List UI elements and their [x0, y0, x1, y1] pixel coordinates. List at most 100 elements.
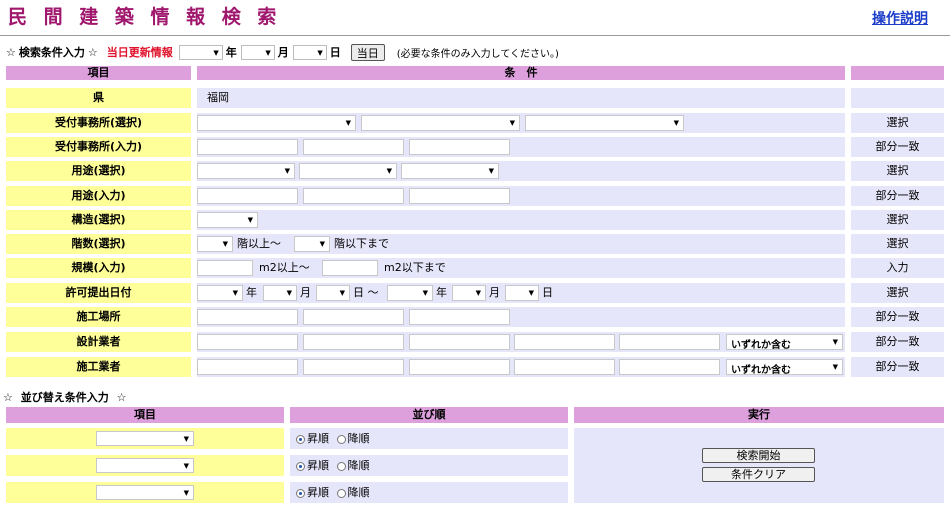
- desc-radio[interactable]: [336, 461, 346, 471]
- use-select-3[interactable]: ▼: [401, 163, 499, 179]
- row-option: 部分一致: [851, 307, 944, 327]
- exec-panel: 検索開始 条件クリア: [574, 428, 944, 503]
- floors-from-select[interactable]: ▼: [197, 236, 233, 252]
- builder-match-select[interactable]: いずれか含む ▼: [726, 359, 843, 376]
- row-value: [197, 307, 845, 327]
- site-input-3[interactable]: [409, 309, 510, 325]
- sort-item-select-2[interactable]: ▼: [96, 458, 194, 473]
- floors-from-label: 階以上～: [237, 237, 281, 250]
- designer-input-4[interactable]: [514, 334, 615, 350]
- row-value: ▼: [197, 210, 845, 230]
- updated-info-label: 当日更新情報: [106, 46, 173, 59]
- office-select-3[interactable]: ▼: [525, 115, 684, 131]
- row-pref: 県 福岡: [6, 88, 944, 108]
- row-option: 部分一致: [851, 137, 944, 157]
- floors-to-select[interactable]: ▼: [294, 236, 330, 252]
- search-button[interactable]: 検索開始: [702, 448, 815, 463]
- today-button[interactable]: 当日: [350, 43, 385, 61]
- builder-input-3[interactable]: [409, 359, 510, 375]
- use-select-2[interactable]: ▼: [299, 163, 397, 179]
- year-label: 年: [246, 286, 257, 299]
- star-icon: ☆: [87, 45, 98, 59]
- designer-input-5[interactable]: [619, 334, 720, 350]
- row-use-select: 用途(選択) ▼ ▼ ▼ 選択: [6, 161, 944, 181]
- updated-year-select[interactable]: ▼: [178, 44, 223, 60]
- row-builder: 施工業者 いずれか含む ▼ 部分一致: [6, 357, 944, 377]
- chevron-down-icon: ▼: [509, 119, 515, 127]
- clear-button[interactable]: 条件クリア: [702, 467, 815, 482]
- row-struct-select: 構造(選択) ▼ 選択: [6, 210, 944, 230]
- office-select-2[interactable]: ▼: [361, 115, 520, 131]
- row-label: 階数(選択): [6, 234, 191, 254]
- sort-order-cell: 昇順 降順: [290, 428, 568, 449]
- chevron-down-icon: ▼: [247, 216, 253, 224]
- asc-radio[interactable]: [296, 461, 305, 471]
- header-condition: 条 件: [197, 66, 845, 80]
- asc-radio[interactable]: [296, 488, 305, 498]
- designer-input-3[interactable]: [409, 334, 510, 350]
- month-label: 月: [277, 46, 289, 59]
- chevron-down-icon: ▼: [475, 289, 481, 297]
- sort-item-select-1[interactable]: ▼: [96, 431, 194, 446]
- row-label: 施工場所: [6, 307, 191, 327]
- builder-input-1[interactable]: [197, 359, 298, 375]
- scale-from-input[interactable]: [197, 260, 253, 276]
- scale-to-label: m2以下まで: [384, 261, 446, 274]
- permit-to-month-select[interactable]: ▼: [452, 285, 486, 301]
- office-input-3[interactable]: [409, 139, 510, 155]
- row-label: 構造(選択): [6, 210, 191, 230]
- desc-radio[interactable]: [336, 434, 346, 444]
- sort-col-exec: 実行: [574, 407, 944, 423]
- chevron-down-icon: ▼: [339, 289, 345, 297]
- row-option: 選択: [851, 161, 944, 181]
- permit-to-day-select[interactable]: ▼: [505, 285, 539, 301]
- help-link[interactable]: 操作説明: [872, 8, 928, 28]
- builder-match-value: いずれか含む: [731, 365, 791, 376]
- row-label: 規模(入力): [6, 258, 191, 278]
- permit-from-month-select[interactable]: ▼: [263, 285, 297, 301]
- asc-label: 昇順: [307, 486, 329, 499]
- chevron-down-icon: ▼: [232, 289, 238, 297]
- updated-day-select[interactable]: ▼: [292, 44, 327, 60]
- struct-select[interactable]: ▼: [197, 212, 258, 228]
- designer-match-select[interactable]: いずれか含む ▼: [726, 334, 843, 351]
- row-option: 選択: [851, 234, 944, 254]
- builder-input-4[interactable]: [514, 359, 615, 375]
- sort-order-group: 昇順 降順: [296, 428, 374, 449]
- row-value: 福岡: [197, 88, 845, 108]
- chevron-down-icon: ▼: [528, 289, 534, 297]
- site-input-1[interactable]: [197, 309, 298, 325]
- sort-item-select-3[interactable]: ▼: [96, 485, 194, 500]
- sort-row: ▼ 昇順 降順: [6, 455, 568, 476]
- permit-from-day-select[interactable]: ▼: [316, 285, 350, 301]
- sort-item-cell: ▼: [6, 482, 284, 503]
- designer-input-2[interactable]: [303, 334, 404, 350]
- site-input-2[interactable]: [303, 309, 404, 325]
- divider: [0, 35, 950, 36]
- updated-month-select[interactable]: ▼: [240, 44, 275, 60]
- builder-input-2[interactable]: [303, 359, 404, 375]
- use-input-3[interactable]: [409, 188, 510, 204]
- office-input-1[interactable]: [197, 139, 298, 155]
- condition-header: ☆ 検索条件入力 ☆ 当日更新情報 ▼ 年 ▼ 月 ▼ 日 当日 (必要な条件の…: [3, 43, 559, 61]
- scale-to-input[interactable]: [322, 260, 378, 276]
- permit-to-year-select[interactable]: ▼: [387, 285, 433, 301]
- row-value: ▼ 階以上～ ▼ 階以下まで: [197, 234, 845, 254]
- day-label: 日: [329, 46, 341, 59]
- office-select-1[interactable]: ▼: [197, 115, 356, 131]
- use-input-1[interactable]: [197, 188, 298, 204]
- page-title: 民 間 建 築 情 報 検 索: [8, 6, 282, 28]
- sort-row: ▼ 昇順 降順: [6, 428, 568, 449]
- office-input-2[interactable]: [303, 139, 404, 155]
- use-input-2[interactable]: [303, 188, 404, 204]
- designer-input-1[interactable]: [197, 334, 298, 350]
- use-select-1[interactable]: ▼: [197, 163, 295, 179]
- desc-radio[interactable]: [336, 488, 346, 498]
- row-option: 選択: [851, 113, 944, 133]
- builder-input-5[interactable]: [619, 359, 720, 375]
- row-value: いずれか含む ▼: [197, 357, 845, 377]
- row-use-input: 用途(入力) 部分一致: [6, 186, 944, 206]
- permit-from-year-select[interactable]: ▼: [197, 285, 243, 301]
- asc-radio[interactable]: [296, 434, 305, 444]
- chevron-down-icon: ▼: [386, 167, 392, 175]
